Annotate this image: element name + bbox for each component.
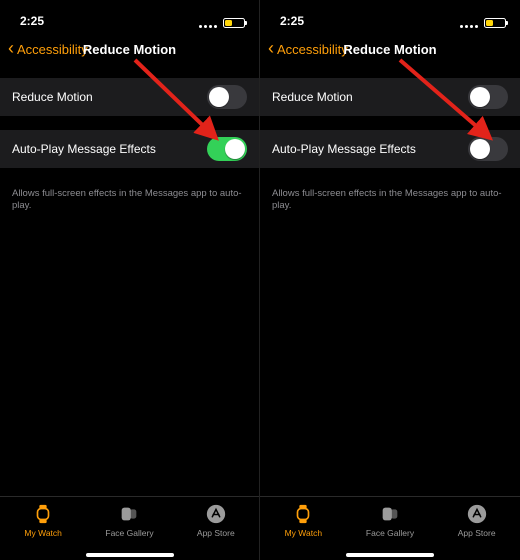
- row-auto-play-effects[interactable]: Auto-Play Message Effects: [0, 130, 259, 168]
- app-store-icon: [466, 503, 488, 525]
- chevron-left-icon: ‹: [268, 39, 274, 57]
- settings-list: Reduce Motion Auto-Play Message Effects Al…: [260, 78, 520, 213]
- tab-label: Face Gallery: [366, 528, 414, 538]
- face-gallery-icon: [118, 503, 140, 525]
- row-label: Auto-Play Message Effects: [12, 142, 156, 156]
- nav-header: ‹AccessibilityReduce Motion: [0, 32, 259, 66]
- back-label: Accessibility: [17, 42, 88, 57]
- tab-app-store[interactable]: App Store: [433, 497, 520, 560]
- status-right: [199, 18, 245, 32]
- cell-signal-icon: [199, 25, 217, 28]
- row-footer-note: Allows full-screen effects in the Messag…: [0, 182, 259, 213]
- tab-bar: My Watch Face Gallery App Store: [260, 496, 520, 560]
- toggle-off[interactable]: [468, 137, 508, 161]
- row-reduce-motion[interactable]: Reduce Motion: [0, 78, 259, 116]
- tab-label: My Watch: [285, 528, 322, 538]
- back-button[interactable]: ‹Accessibility: [268, 40, 348, 58]
- tab-label: App Store: [197, 528, 235, 538]
- home-indicator: [346, 553, 434, 557]
- status-bar: 2:25: [0, 0, 259, 32]
- status-bar: 2:25: [260, 0, 520, 32]
- row-reduce-motion[interactable]: Reduce Motion: [260, 78, 520, 116]
- status-right: [460, 18, 506, 32]
- tab-my-watch[interactable]: My Watch: [0, 497, 86, 560]
- tab-app-store[interactable]: App Store: [173, 497, 259, 560]
- status-time: 2:25: [20, 14, 44, 32]
- row-label: Reduce Motion: [272, 90, 353, 104]
- back-button[interactable]: ‹Accessibility: [8, 40, 88, 58]
- my-watch-icon: [32, 503, 54, 525]
- cell-signal-icon: [460, 25, 478, 28]
- tab-label: App Store: [458, 528, 496, 538]
- tab-face-gallery[interactable]: Face Gallery: [347, 497, 434, 560]
- tab-bar: My Watch Face Gallery App Store: [0, 496, 259, 560]
- row-label: Auto-Play Message Effects: [272, 142, 416, 156]
- battery-icon: [223, 18, 245, 28]
- toggle-off[interactable]: [207, 85, 247, 109]
- toggle-off[interactable]: [468, 85, 508, 109]
- toggle-on[interactable]: [207, 137, 247, 161]
- tab-label: Face Gallery: [105, 528, 153, 538]
- tab-face-gallery[interactable]: Face Gallery: [86, 497, 172, 560]
- home-indicator: [86, 553, 174, 557]
- chevron-left-icon: ‹: [8, 39, 14, 57]
- row-label: Reduce Motion: [12, 90, 93, 104]
- status-time: 2:25: [280, 14, 304, 32]
- battery-icon: [484, 18, 506, 28]
- row-footer-note: Allows full-screen effects in the Messag…: [260, 182, 520, 213]
- nav-header: ‹AccessibilityReduce Motion: [260, 32, 520, 66]
- settings-list: Reduce Motion Auto-Play Message Effects Al…: [0, 78, 259, 213]
- my-watch-icon: [292, 503, 314, 525]
- tab-my-watch[interactable]: My Watch: [260, 497, 347, 560]
- app-store-icon: [205, 503, 227, 525]
- face-gallery-icon: [379, 503, 401, 525]
- back-label: Accessibility: [277, 42, 348, 57]
- row-auto-play-effects[interactable]: Auto-Play Message Effects: [260, 130, 520, 168]
- tab-label: My Watch: [24, 528, 61, 538]
